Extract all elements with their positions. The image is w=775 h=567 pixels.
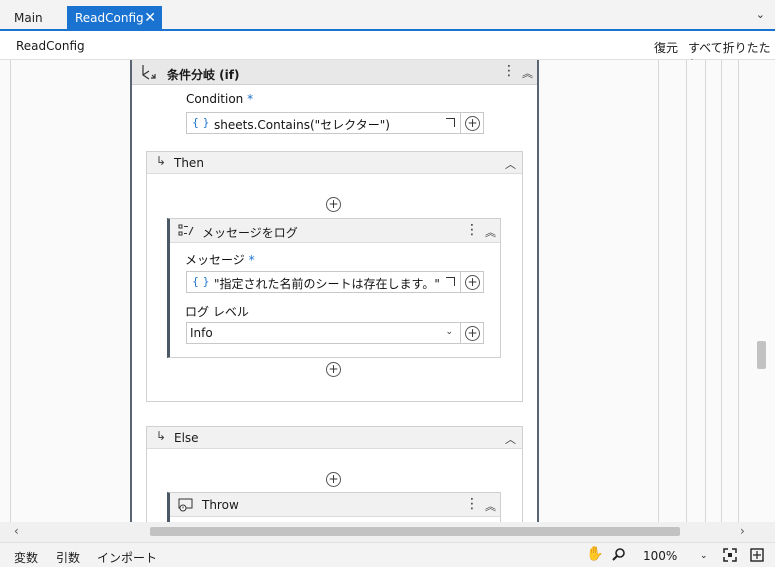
if-activity-title: 条件分岐 (if) bbox=[167, 68, 240, 82]
plus-icon[interactable]: + bbox=[465, 326, 480, 341]
scroll-left-icon[interactable]: ‹ bbox=[14, 524, 19, 538]
condition-label-text: Condition bbox=[186, 92, 244, 106]
branch-arrow-icon: ↳ bbox=[156, 429, 167, 443]
arguments-tab[interactable]: 引数 bbox=[56, 549, 80, 566]
divider bbox=[460, 323, 461, 343]
if-activity-header[interactable]: 条件分岐 (if) ⋮ ︽ bbox=[132, 60, 537, 85]
canvas-guide-line bbox=[658, 60, 659, 522]
required-marker: * bbox=[247, 92, 254, 106]
more-options-icon[interactable]: ⋮ bbox=[465, 222, 479, 238]
vertical-scrollbar-thumb[interactable] bbox=[757, 341, 766, 369]
plus-icon[interactable]: + bbox=[465, 116, 480, 131]
then-label: Then bbox=[174, 156, 204, 170]
status-bar: 変数 引数 インポート ✋ 100% ⌄ bbox=[0, 542, 775, 567]
collapse-icon[interactable]: ︽ bbox=[522, 65, 533, 81]
canvas-guide-line bbox=[721, 60, 722, 522]
log-message-title: メッセージをログ bbox=[202, 226, 298, 240]
expression-icon[interactable]: { } bbox=[192, 116, 210, 129]
else-branch-header[interactable]: ↳ Else ︿ bbox=[147, 427, 522, 449]
tab-readconfig-label: ReadConfig bbox=[75, 11, 144, 25]
then-branch[interactable]: ↳ Then ︿ + メッセージをログ ⋮ ︽ メッセージ * { } "指定さ… bbox=[146, 151, 523, 402]
message-input[interactable]: { } "指定された名前のシートは存在します。" + bbox=[186, 271, 484, 293]
log-level-value: Info bbox=[190, 326, 213, 340]
condition-value: sheets.Contains("セレクター") bbox=[214, 118, 390, 132]
message-value: "指定された名前のシートは存在します。" bbox=[214, 277, 440, 291]
more-options-icon[interactable]: ⋮ bbox=[465, 496, 479, 512]
chevron-down-icon[interactable]: ⌄ bbox=[756, 8, 765, 21]
zoom-search-icon[interactable] bbox=[612, 547, 626, 564]
add-activity-plus-icon[interactable]: + bbox=[326, 472, 341, 487]
tab-bar: Main ReadConfig ✕ ⌄ bbox=[0, 0, 775, 31]
log-level-select[interactable]: Info ⌄ + bbox=[186, 322, 484, 344]
tab-readconfig[interactable]: ReadConfig ✕ bbox=[67, 6, 162, 30]
chevron-up-icon[interactable]: ︿ bbox=[505, 156, 516, 172]
else-branch[interactable]: ↳ Else ︿ + Throw ⋮ ︽ bbox=[146, 426, 523, 522]
expression-icon[interactable]: { } bbox=[192, 275, 210, 288]
expand-editor-icon[interactable] bbox=[446, 118, 455, 127]
designer-canvas[interactable]: 条件分岐 (if) ⋮ ︽ Condition * { } sheets.Con… bbox=[0, 60, 775, 522]
divider bbox=[460, 272, 461, 292]
required-marker: * bbox=[248, 253, 255, 267]
log-message-icon bbox=[178, 224, 194, 241]
variables-tab[interactable]: 変数 bbox=[14, 549, 38, 566]
horizontal-scrollbar-thumb[interactable] bbox=[150, 527, 680, 536]
chevron-down-icon[interactable]: ⌄ bbox=[700, 551, 708, 561]
canvas-guide-line bbox=[686, 60, 687, 522]
if-activity[interactable]: 条件分岐 (if) ⋮ ︽ Condition * { } sheets.Con… bbox=[130, 60, 539, 522]
throw-header[interactable]: Throw ⋮ ︽ bbox=[170, 493, 500, 517]
log-message-header[interactable]: メッセージをログ ⋮ ︽ bbox=[170, 219, 500, 243]
else-label: Else bbox=[174, 431, 199, 445]
horizontal-scrollbar[interactable]: ‹ › bbox=[0, 522, 775, 542]
overview-icon[interactable] bbox=[750, 548, 764, 565]
branch-arrow-icon: ↳ bbox=[156, 154, 167, 168]
message-label-text: メッセージ bbox=[185, 253, 245, 267]
collapse-icon[interactable]: ︽ bbox=[485, 498, 496, 514]
canvas-guide-line bbox=[738, 60, 739, 522]
fit-to-screen-icon[interactable] bbox=[723, 548, 737, 565]
canvas-guide-line bbox=[10, 60, 11, 522]
condition-label: Condition * bbox=[186, 92, 253, 106]
log-level-label: ログ レベル bbox=[185, 305, 249, 319]
restore-button[interactable]: 復元 bbox=[654, 39, 678, 56]
expand-editor-icon[interactable] bbox=[446, 277, 455, 286]
chevron-down-icon[interactable]: ⌄ bbox=[445, 327, 453, 337]
throw-icon bbox=[178, 498, 194, 515]
more-options-icon[interactable]: ⋮ bbox=[502, 63, 516, 79]
breadcrumb-bar: ReadConfig 復元 すべて折りたたむ bbox=[0, 33, 775, 72]
add-activity-plus-icon[interactable]: + bbox=[326, 197, 341, 212]
scroll-right-icon[interactable]: › bbox=[740, 524, 745, 538]
then-branch-header[interactable]: ↳ Then ︿ bbox=[147, 152, 522, 174]
throw-title: Throw bbox=[202, 498, 239, 512]
add-activity-plus-icon[interactable]: + bbox=[326, 362, 341, 377]
collapse-icon[interactable]: ︽ bbox=[485, 224, 496, 240]
divider bbox=[460, 113, 461, 133]
condition-input[interactable]: { } sheets.Contains("セレクター") + bbox=[186, 112, 484, 134]
tab-main[interactable]: Main bbox=[6, 6, 51, 30]
canvas-guide-line bbox=[705, 60, 706, 522]
close-icon[interactable]: ✕ bbox=[144, 6, 156, 30]
log-message-activity[interactable]: メッセージをログ ⋮ ︽ メッセージ * { } "指定された名前のシートは存在… bbox=[167, 218, 501, 358]
imports-tab[interactable]: インポート bbox=[97, 549, 157, 566]
plus-icon[interactable]: + bbox=[465, 275, 480, 290]
throw-activity[interactable]: Throw ⋮ ︽ bbox=[167, 492, 501, 522]
hand-pan-icon[interactable]: ✋ bbox=[586, 546, 603, 562]
message-label: メッセージ * bbox=[185, 251, 255, 268]
breadcrumb[interactable]: ReadConfig bbox=[16, 39, 85, 53]
zoom-level[interactable]: 100% bbox=[643, 549, 677, 563]
if-branch-icon bbox=[140, 63, 158, 84]
chevron-up-icon[interactable]: ︿ bbox=[505, 431, 516, 447]
